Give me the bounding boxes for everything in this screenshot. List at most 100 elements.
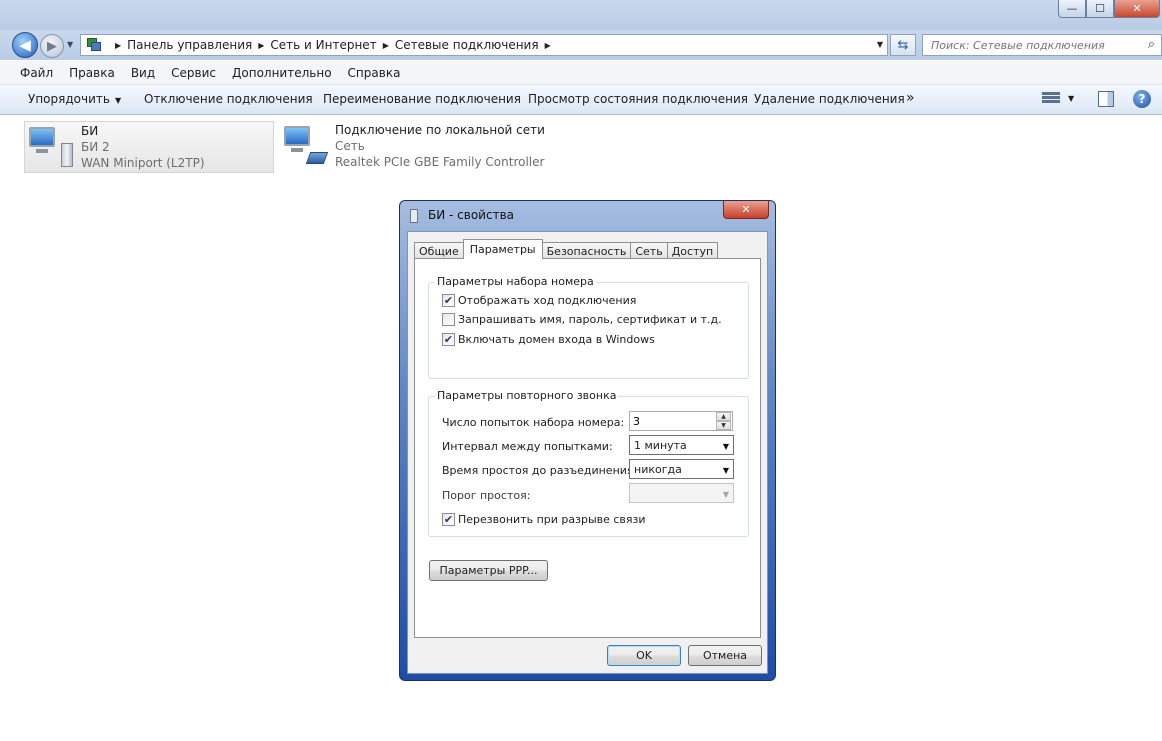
checkbox-label: Включать домен входа в Windows (458, 333, 655, 346)
dialog-title: БИ - свойства (428, 208, 514, 222)
tab-general[interactable]: Общие (414, 242, 464, 259)
control-panel-icon (85, 37, 103, 53)
dialing-options-group: Параметры набора номера ✔ Отображать ход… (428, 275, 749, 379)
dialog-body: Общие Параметры Безопасность Сеть Доступ… (407, 231, 768, 674)
idle-time-select[interactable]: никогда ▼ (629, 459, 734, 479)
dialog-window-icon (410, 209, 418, 223)
tab-networking[interactable]: Сеть (630, 242, 668, 259)
connection-status: Сеть (335, 139, 365, 153)
connection-item-lan[interactable]: Подключение по локальной сети Сеть Realt… (280, 121, 545, 173)
redial-interval-select[interactable]: 1 минута ▼ (629, 435, 734, 455)
rename-button[interactable]: Переименование подключения (323, 92, 521, 106)
dialog-close-button[interactable]: ✕ (723, 201, 769, 219)
chevron-right-icon[interactable]: ▶ (383, 41, 389, 50)
checkbox-unchecked-icon[interactable] (442, 313, 455, 326)
redial-attempts-input[interactable] (630, 412, 710, 430)
idle-threshold-label: Порог простоя: (442, 489, 531, 502)
menu-file[interactable]: Файл (20, 66, 53, 80)
network-connection-icon (27, 125, 73, 169)
command-toolbar: Упорядочить ▼ Отключение подключения Пере… (0, 85, 1162, 115)
ok-button[interactable]: OK (607, 645, 681, 666)
connection-device: Realtek PCIe GBE Family Controller (335, 155, 545, 169)
redial-interval-label: Интервал между попытками: (442, 440, 613, 453)
spin-down-icon[interactable]: ▼ (716, 421, 731, 430)
connection-name: Подключение по локальной сети (335, 123, 545, 137)
connection-name: БИ (81, 124, 99, 138)
breadcrumb-network-internet[interactable]: Сеть и Интернет (270, 38, 376, 52)
checkbox-label: Запрашивать имя, пароль, сертификат и т.… (458, 313, 722, 326)
back-button[interactable]: ◀ (12, 32, 38, 58)
breadcrumb-control-panel[interactable]: Панель управления (127, 38, 252, 52)
change-view-icon[interactable] (1042, 91, 1060, 107)
idle-threshold-select: ▼ (629, 483, 734, 503)
search-input[interactable] (931, 38, 1131, 52)
checkbox-prompt-credentials[interactable]: Запрашивать имя, пароль, сертификат и т.… (442, 313, 722, 326)
chevron-down-icon[interactable]: ▼ (723, 442, 729, 451)
chevron-right-icon[interactable]: ▶ (258, 41, 264, 50)
forward-button[interactable]: ▶ (40, 34, 64, 58)
menu-bar: Файл Правка Вид Сервис Дополнительно Спр… (0, 61, 1162, 85)
search-box[interactable]: ⌕ (922, 34, 1162, 56)
menu-view[interactable]: Вид (131, 66, 155, 80)
redial-attempts-label: Число попыток набора номера: (442, 416, 625, 429)
maximize-button[interactable]: ☐ (1086, 0, 1114, 18)
close-window-button[interactable]: ✕ (1114, 0, 1160, 18)
tab-security[interactable]: Безопасность (541, 242, 632, 259)
selected-value: никогда (634, 463, 682, 476)
delete-connection-button[interactable]: Удаление подключения (754, 92, 905, 106)
menu-help[interactable]: Справка (348, 66, 401, 80)
checkbox-include-domain[interactable]: ✔ Включать домен входа в Windows (442, 333, 655, 346)
connection-status: БИ 2 (81, 140, 110, 154)
window-title-bar: — ☐ ✕ (0, 0, 1162, 30)
checkbox-label: Отображать ход подключения (458, 294, 637, 307)
menu-edit[interactable]: Правка (69, 66, 115, 80)
chevron-down-icon: ▼ (722, 490, 729, 499)
tab-strip: Общие Параметры Безопасность Сеть Доступ (414, 239, 719, 259)
checkbox-checked-icon[interactable]: ✔ (442, 294, 455, 307)
help-icon[interactable]: ? (1133, 90, 1151, 108)
lan-adapter-icon (282, 124, 329, 168)
checkbox-show-progress[interactable]: ✔ Отображать ход подключения (442, 294, 636, 307)
chevron-down-icon[interactable]: ▼ (723, 466, 729, 475)
checkbox-redial-on-drop[interactable]: ✔ Перезвонить при разрыве связи (442, 513, 646, 526)
chevron-right-icon[interactable]: ▶ (115, 41, 121, 50)
refresh-button[interactable]: ⇆ (890, 34, 916, 56)
checkbox-label: Перезвонить при разрыве связи (458, 513, 646, 526)
tab-options[interactable]: Параметры (462, 239, 543, 259)
address-dropdown-icon[interactable]: ▼ (877, 40, 883, 49)
checkbox-checked-icon[interactable]: ✔ (442, 513, 455, 526)
minimize-button[interactable]: — (1058, 0, 1086, 18)
selected-value: 1 минута (634, 439, 687, 452)
spin-up-icon[interactable]: ▲ (716, 412, 731, 421)
breadcrumb-network-connections[interactable]: Сетевые подключения (395, 38, 539, 52)
chevron-right-icon[interactable]: ▶ (545, 41, 551, 50)
address-box[interactable]: ▶ Панель управления ▶ Сеть и Интернет ▶ … (80, 34, 888, 56)
disconnect-button[interactable]: Отключение подключения (144, 92, 313, 106)
recent-pages-dropdown[interactable]: ▼ (67, 40, 73, 49)
tab-sharing[interactable]: Доступ (666, 242, 719, 259)
window-controls: — ☐ ✕ (1058, 0, 1160, 18)
menu-tools[interactable]: Сервис (171, 66, 216, 80)
preview-pane-icon[interactable] (1098, 91, 1114, 107)
connection-item-bi[interactable]: БИ БИ 2 WAN Miniport (L2TP) (24, 121, 274, 173)
cancel-button[interactable]: Отмена (688, 645, 762, 666)
chevron-down-icon: ▼ (114, 96, 122, 105)
menu-advanced[interactable]: Дополнительно (232, 66, 332, 80)
redial-options-group: Параметры повторного звонка Число попыто… (428, 389, 749, 537)
group-title: Параметры набора номера (435, 275, 596, 288)
properties-dialog: БИ - свойства ✕ Общие Параметры Безопасн… (399, 200, 776, 681)
connection-device: WAN Miniport (L2TP) (81, 156, 205, 170)
view-options-dropdown[interactable]: ▼ (1068, 94, 1074, 103)
organize-button[interactable]: Упорядочить ▼ (28, 92, 121, 106)
group-title: Параметры повторного звонка (435, 389, 619, 402)
address-bar: ◀ ▶ ▼ ▶ Панель управления ▶ Сеть и Интер… (0, 30, 1162, 60)
options-tab-panel: Параметры набора номера ✔ Отображать ход… (414, 258, 761, 638)
search-icon[interactable]: ⌕ (1148, 37, 1155, 52)
view-status-button[interactable]: Просмотр состояния подключения (528, 92, 748, 106)
organize-label: Упорядочить (28, 92, 110, 106)
idle-time-label: Время простоя до разъединения: (442, 464, 638, 477)
checkbox-checked-icon[interactable]: ✔ (442, 333, 455, 346)
redial-attempts-stepper[interactable]: ▲ ▼ (629, 411, 733, 431)
ppp-settings-button[interactable]: Параметры PPP... (429, 560, 548, 581)
more-commands-button[interactable]: » (906, 90, 915, 106)
